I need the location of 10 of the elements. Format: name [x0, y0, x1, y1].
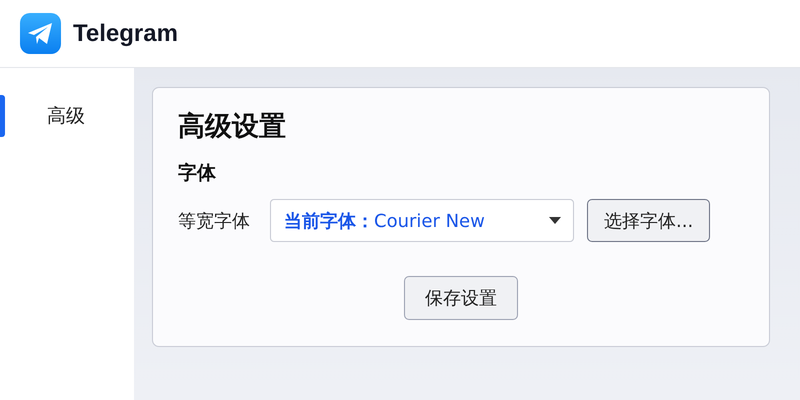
section-title: 字体 [178, 161, 217, 186]
sidebar-item[interactable]: 高级 [0, 95, 134, 137]
font-dropdown[interactable]: 当前字体：Courier New [270, 199, 574, 242]
panel-title: 高级设置 [178, 110, 287, 144]
caret-icon [549, 217, 561, 224]
telegram-logo-icon [20, 13, 61, 54]
save-button[interactable]: 保存设置 [404, 276, 518, 320]
app-title: Telegram [73, 20, 178, 48]
field-label: 等宽字体 [178, 210, 251, 232]
choose-font-button[interactable]: 选择字体... [587, 199, 710, 242]
